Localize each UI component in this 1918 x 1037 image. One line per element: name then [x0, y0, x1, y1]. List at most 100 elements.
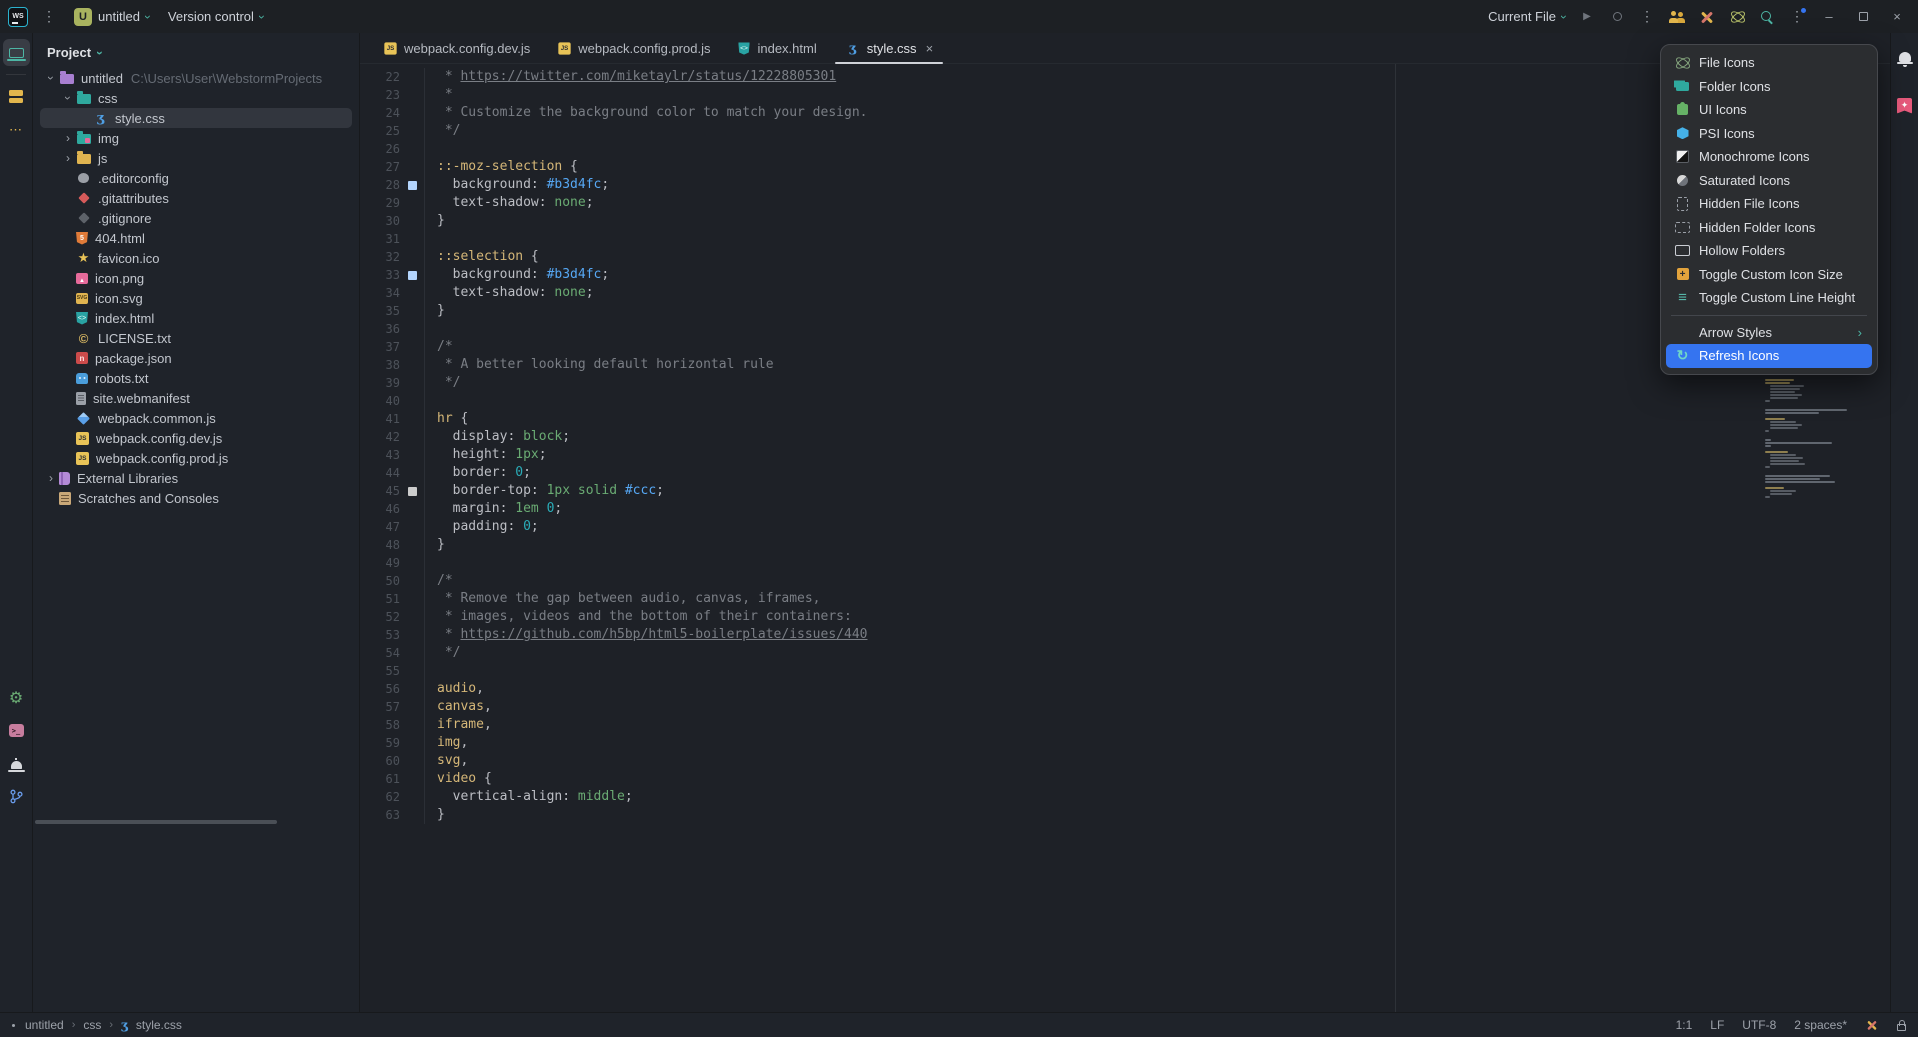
- editor-tab[interactable]: JSwebpack.config.prod.js: [544, 33, 724, 63]
- search-everywhere-button[interactable]: [1754, 5, 1780, 29]
- tree-row-style-css[interactable]: ʒstyle.css: [33, 108, 359, 128]
- horizontal-scrollbar[interactable]: [35, 820, 277, 824]
- menu-item-hidden-file-icons[interactable]: Hidden File Icons: [1666, 192, 1872, 216]
- tree-row-webpack-config-dev-js[interactable]: JSwebpack.config.dev.js: [33, 428, 359, 448]
- close-button[interactable]: ×: [1882, 4, 1912, 30]
- code-with-me-button[interactable]: [1664, 5, 1690, 29]
- code-line[interactable]: 57canvas,: [360, 698, 1890, 716]
- menu-item-monochrome-icons[interactable]: Monochrome Icons: [1666, 145, 1872, 169]
- main-menu-button[interactable]: ⋮: [38, 6, 60, 28]
- menu-item-saturated-icons[interactable]: Saturated Icons: [1666, 169, 1872, 193]
- code-line[interactable]: 54 */: [360, 644, 1890, 662]
- status-item[interactable]: 2 spaces*: [1794, 1018, 1847, 1032]
- maximize-button[interactable]: [1848, 4, 1878, 30]
- tree-row-webpack-config-prod-js[interactable]: JSwebpack.config.prod.js: [33, 448, 359, 468]
- vcs-widget-button[interactable]: Version control ›: [164, 6, 268, 27]
- project-tool-button[interactable]: [3, 39, 30, 66]
- code-line[interactable]: 53 * https://github.com/h5bp/html5-boile…: [360, 626, 1890, 644]
- code-line[interactable]: 40: [360, 392, 1890, 410]
- more-run-actions-button[interactable]: ⋮: [1634, 5, 1660, 29]
- commit-tool-button[interactable]: [3, 83, 30, 110]
- tree-row-icon-svg[interactable]: SVGicon.svg: [33, 288, 359, 308]
- status-item[interactable]: 1:1: [1676, 1018, 1693, 1032]
- tree-row-site-webmanifest[interactable]: site.webmanifest: [33, 388, 359, 408]
- minimize-button[interactable]: –: [1814, 4, 1844, 30]
- code-line[interactable]: 49: [360, 554, 1890, 572]
- code-line[interactable]: 58iframe,: [360, 716, 1890, 734]
- tree-chevron-icon[interactable]: ›: [61, 90, 75, 106]
- code-line[interactable]: 47 padding: 0;: [360, 518, 1890, 536]
- run-button[interactable]: ▶: [1574, 5, 1600, 29]
- code-line[interactable]: 56audio,: [360, 680, 1890, 698]
- editor-tab[interactable]: ʒstyle.css×: [831, 33, 947, 63]
- terminal-tool-button[interactable]: >_: [3, 717, 30, 744]
- services-tool-button[interactable]: [3, 750, 30, 777]
- code-line[interactable]: 45 border-top: 1px solid #ccc;: [360, 482, 1890, 500]
- code-line[interactable]: 63}: [360, 806, 1890, 824]
- editor-tab[interactable]: <>index.html: [724, 33, 830, 63]
- settings-menu-button[interactable]: ⋮: [1784, 5, 1810, 29]
- tree-row--gitattributes[interactable]: .gitattributes: [33, 188, 359, 208]
- menu-item-psi-icons[interactable]: PSI Icons: [1666, 122, 1872, 146]
- code-line[interactable]: 62 vertical-align: middle;: [360, 788, 1890, 806]
- run-config-button[interactable]: Current File ›: [1484, 6, 1570, 27]
- menu-item-refresh-icons[interactable]: Refresh Icons: [1666, 344, 1872, 368]
- tree-row-external-libraries[interactable]: ›External Libraries: [33, 468, 359, 488]
- tree-row--gitignore[interactable]: .gitignore: [33, 208, 359, 228]
- code-line[interactable]: 51 * Remove the gap between audio, canva…: [360, 590, 1890, 608]
- code-line[interactable]: 39 */: [360, 374, 1890, 392]
- project-widget-button[interactable]: U untitled ›: [70, 5, 154, 29]
- tree-row-favicon-ico[interactable]: ★favicon.ico: [33, 248, 359, 268]
- tab-close-icon[interactable]: ×: [926, 41, 934, 56]
- lock-icon[interactable]: [1897, 1024, 1906, 1031]
- menu-item-toggle-custom-icon-size[interactable]: Toggle Custom Icon Size: [1666, 263, 1872, 287]
- code-line[interactable]: 59img,: [360, 734, 1890, 752]
- menu-item-folder-icons[interactable]: Folder Icons: [1666, 75, 1872, 99]
- menu-item-ui-icons[interactable]: UI Icons: [1666, 98, 1872, 122]
- tree-row-js[interactable]: ›js: [33, 148, 359, 168]
- tree-row-scratches-and-consoles[interactable]: Scratches and Consoles: [33, 488, 359, 508]
- menu-item-arrow-styles[interactable]: Arrow Styles›: [1666, 321, 1872, 345]
- code-line[interactable]: 42 display: block;: [360, 428, 1890, 446]
- code-line[interactable]: 44 border: 0;: [360, 464, 1890, 482]
- build-tools-button[interactable]: [1694, 5, 1720, 29]
- menu-item-hollow-folders[interactable]: Hollow Folders: [1666, 239, 1872, 263]
- tree-row-robots-txt[interactable]: robots.txt: [33, 368, 359, 388]
- code-line[interactable]: 60svg,: [360, 752, 1890, 770]
- status-item[interactable]: LF: [1710, 1018, 1724, 1032]
- code-line[interactable]: 61video {: [360, 770, 1890, 788]
- settings-tool-button[interactable]: ⚙: [3, 684, 30, 711]
- breadcrumb-item[interactable]: untitled: [25, 1018, 64, 1032]
- debug-button[interactable]: [1604, 5, 1630, 29]
- code-line[interactable]: 55: [360, 662, 1890, 680]
- tree-row-untitled[interactable]: ›untitledC:\Users\User\WebstormProjects: [33, 68, 359, 88]
- tree-chevron-icon[interactable]: ›: [43, 471, 59, 485]
- tree-row-css[interactable]: ›css: [33, 88, 359, 108]
- tree-chevron-icon[interactable]: ›: [44, 70, 58, 86]
- code-line[interactable]: 41hr {: [360, 410, 1890, 428]
- more-tools-button[interactable]: ⋯: [3, 116, 30, 143]
- plugin-promo-button[interactable]: ✦: [1891, 92, 1918, 119]
- tree-row-webpack-common-js[interactable]: webpack.common.js: [33, 408, 359, 428]
- tree-row-package-json[interactable]: npackage.json: [33, 348, 359, 368]
- atom-material-button[interactable]: [1724, 5, 1750, 29]
- menu-item-toggle-custom-line-height[interactable]: Toggle Custom Line Height: [1666, 286, 1872, 310]
- code-line[interactable]: 50/*: [360, 572, 1890, 590]
- tree-row-img[interactable]: ›img: [33, 128, 359, 148]
- project-panel-header[interactable]: Project ›: [33, 33, 359, 68]
- tree-row-index-html[interactable]: <>index.html: [33, 308, 359, 328]
- tree-row-license-txt[interactable]: ©LICENSE.txt: [33, 328, 359, 348]
- status-item[interactable]: UTF-8: [1742, 1018, 1776, 1032]
- tree-chevron-icon[interactable]: ›: [60, 151, 76, 165]
- code-line[interactable]: 43 height: 1px;: [360, 446, 1890, 464]
- editor-tab[interactable]: JSwebpack.config.dev.js: [370, 33, 544, 63]
- menu-item-file-icons[interactable]: File Icons: [1666, 51, 1872, 75]
- tree-chevron-icon[interactable]: ›: [60, 131, 76, 145]
- notifications-button[interactable]: [1891, 43, 1918, 70]
- breadcrumb-item[interactable]: style.css: [136, 1018, 182, 1032]
- code-line[interactable]: 48}: [360, 536, 1890, 554]
- breadcrumb-item[interactable]: css: [83, 1018, 101, 1032]
- menu-item-hidden-folder-icons[interactable]: Hidden Folder Icons: [1666, 216, 1872, 240]
- tree-row--editorconfig[interactable]: .editorconfig: [33, 168, 359, 188]
- code-line[interactable]: 52 * images, videos and the bottom of th…: [360, 608, 1890, 626]
